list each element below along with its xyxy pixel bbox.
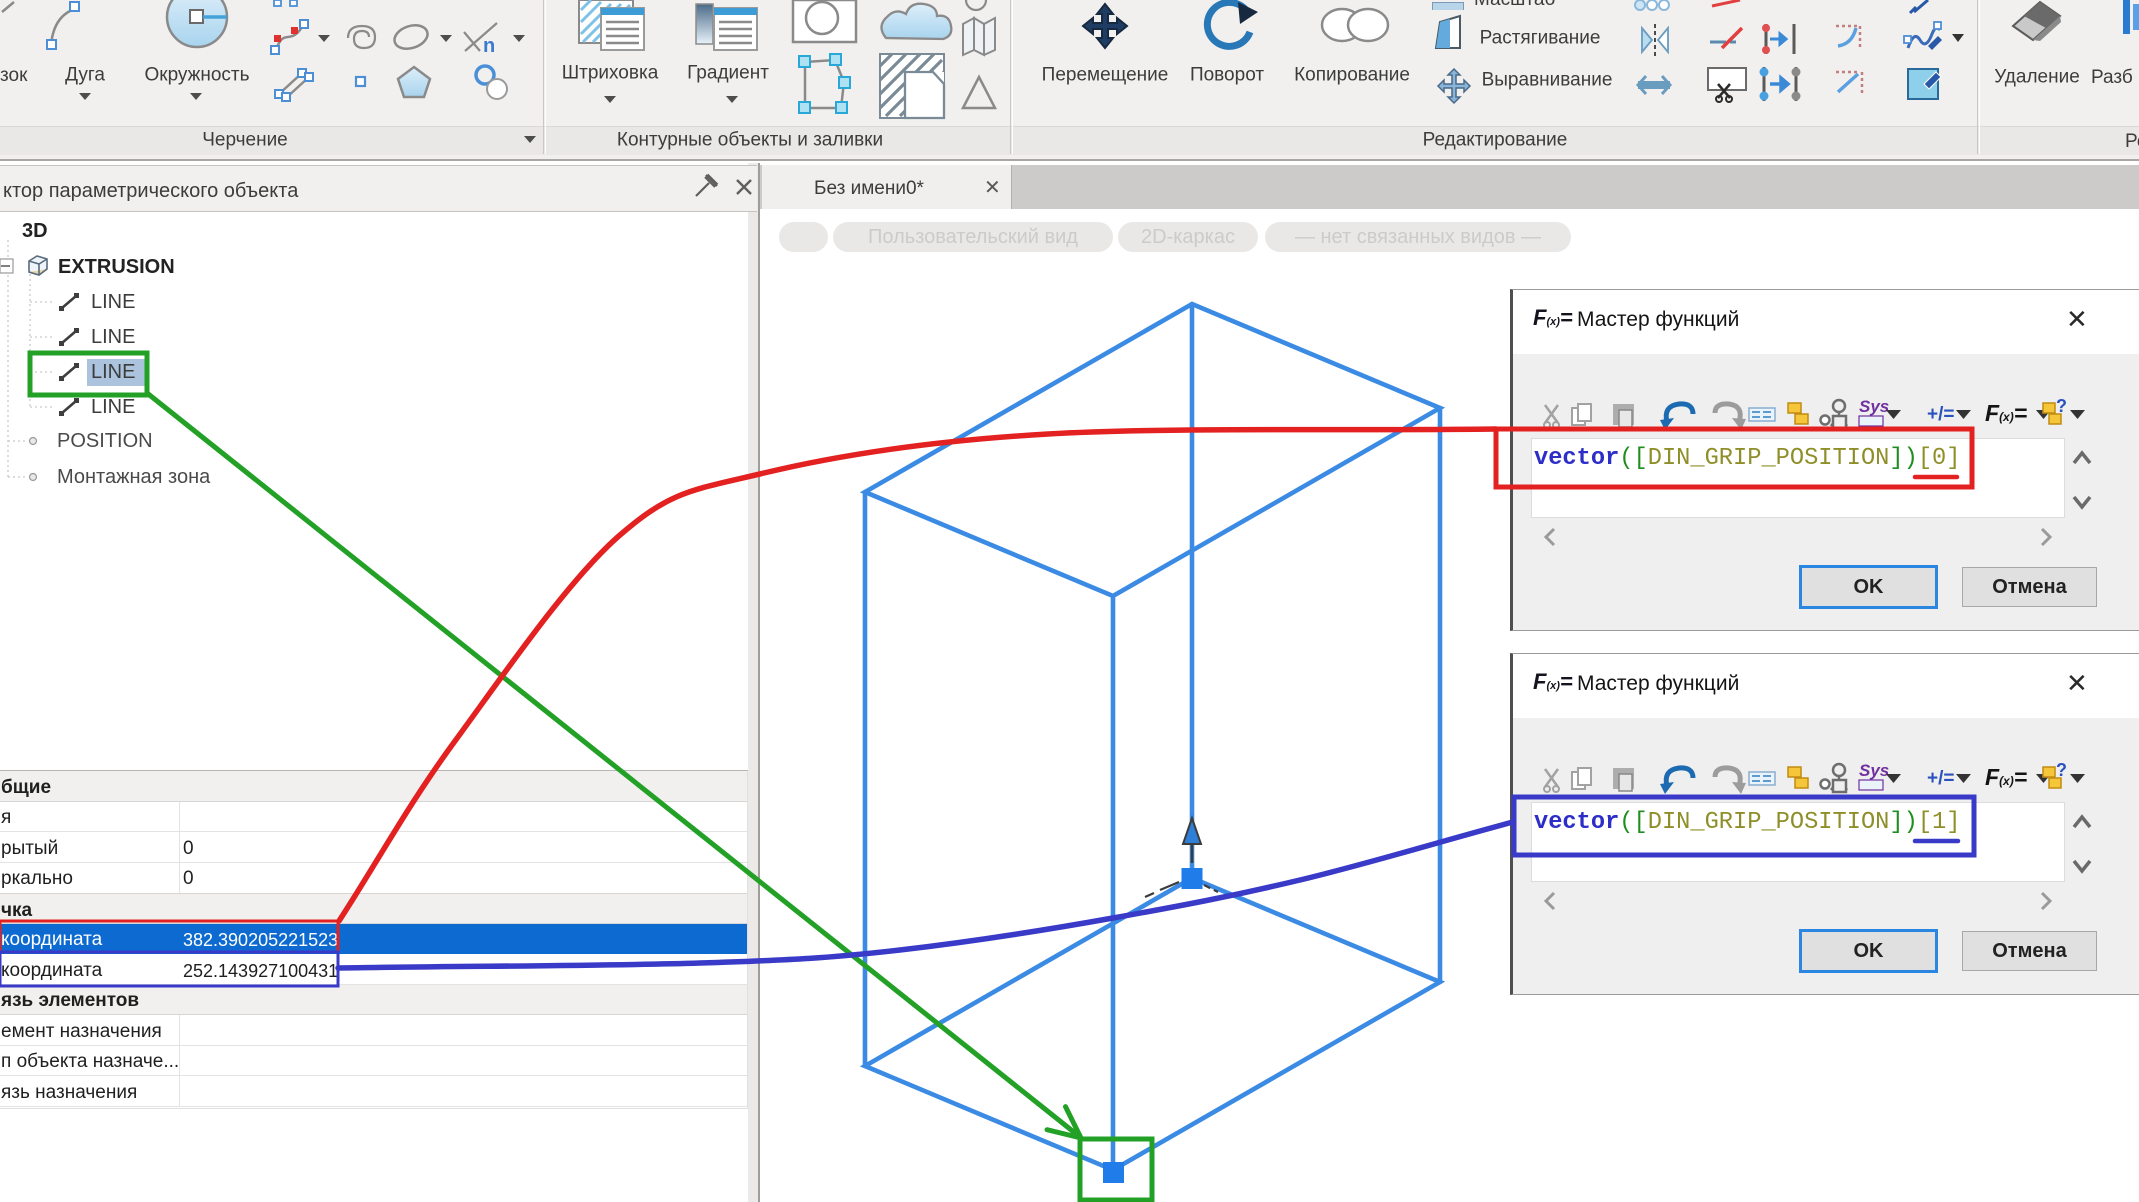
svg-text:n: n [483,35,495,57]
